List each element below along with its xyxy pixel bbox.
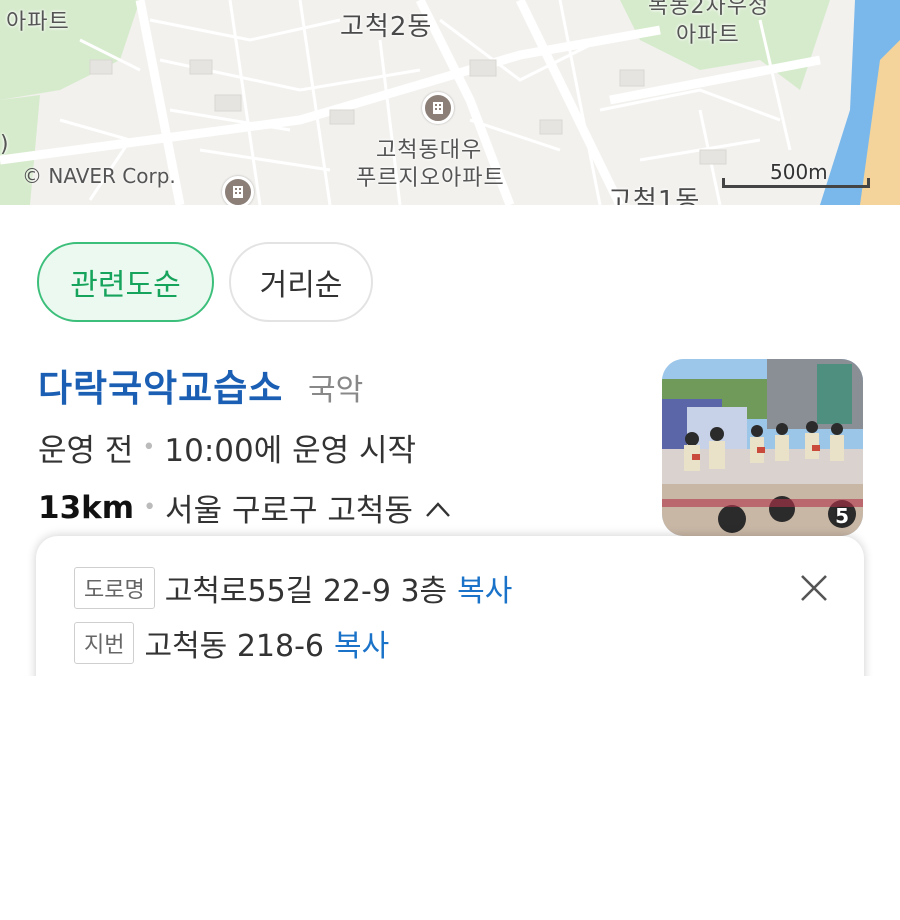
sort-by-relevance-chip[interactable]: 관련도순 [37,242,214,322]
map-label-edge-mark: ) [0,132,10,157]
place-name-link[interactable]: 다락국악교습소 [38,358,283,412]
opening-time-text: 10:00에 운영 시작 [164,433,417,469]
copy-lot-address-button[interactable]: 복사 [334,621,389,665]
map-label-apartment-right: 아파트 [676,23,740,48]
photo-count-badge: 5 [835,504,849,528]
place-photo-thumbnail[interactable]: 5 [662,359,863,536]
copy-road-address-button[interactable]: 복사 [457,566,512,610]
close-icon[interactable] [794,568,834,608]
distance-text: 13km [38,489,135,526]
apartment-poi-icon[interactable] [222,176,254,205]
road-address-tag: 도로명 [74,567,155,609]
apartment-poi-icon[interactable] [422,92,454,124]
performance-photo-image [662,359,863,536]
place-category: 국악 [308,373,364,408]
map-view[interactable]: 아파트 고척2동 목동2차우성 아파트 ) 고척동대우 푸르지오아파트 고척1동… [0,0,900,205]
map-label-apartment-left: 아파트 [6,10,70,35]
map-scale-bar: 500m [722,160,872,188]
map-label-daewoo-line2: 푸르지오아파트 [356,166,505,191]
short-address-text: 서울 구로구 고척동 [165,493,413,529]
map-copyright: © NAVER Corp. [22,164,176,188]
sort-by-distance-chip[interactable]: 거리순 [229,242,373,322]
scale-bar-label: 500m [770,160,828,184]
chevron-up-icon[interactable] [425,490,451,526]
map-label-gocheok1dong: 고척1동 [608,186,701,205]
business-hours-line[interactable]: 운영 전 • 10:00에 운영 시작 [38,425,416,470]
address-detail-popup: 도로명 고척로55길 22-9 3층 복사 지번 고척동 218-6 복사 [36,536,864,686]
lot-address-row: 지번 고척동 218-6 복사 [74,621,389,665]
empty-area [0,676,900,920]
address-summary-line[interactable]: 13km • 서울 구로구 고척동 [38,485,451,530]
road-address-row: 도로명 고척로55길 22-9 3층 복사 [74,566,512,610]
business-status: 운영 전 [38,433,134,469]
separator-dot: • [143,495,157,520]
lot-address-text: 고척동 218-6 [144,629,324,664]
lot-address-tag: 지번 [74,622,135,664]
separator-dot: • [142,435,156,460]
road-address-text: 고척로55길 22-9 3층 [164,574,448,609]
map-label-gocheok2dong: 고척2동 [340,12,433,42]
